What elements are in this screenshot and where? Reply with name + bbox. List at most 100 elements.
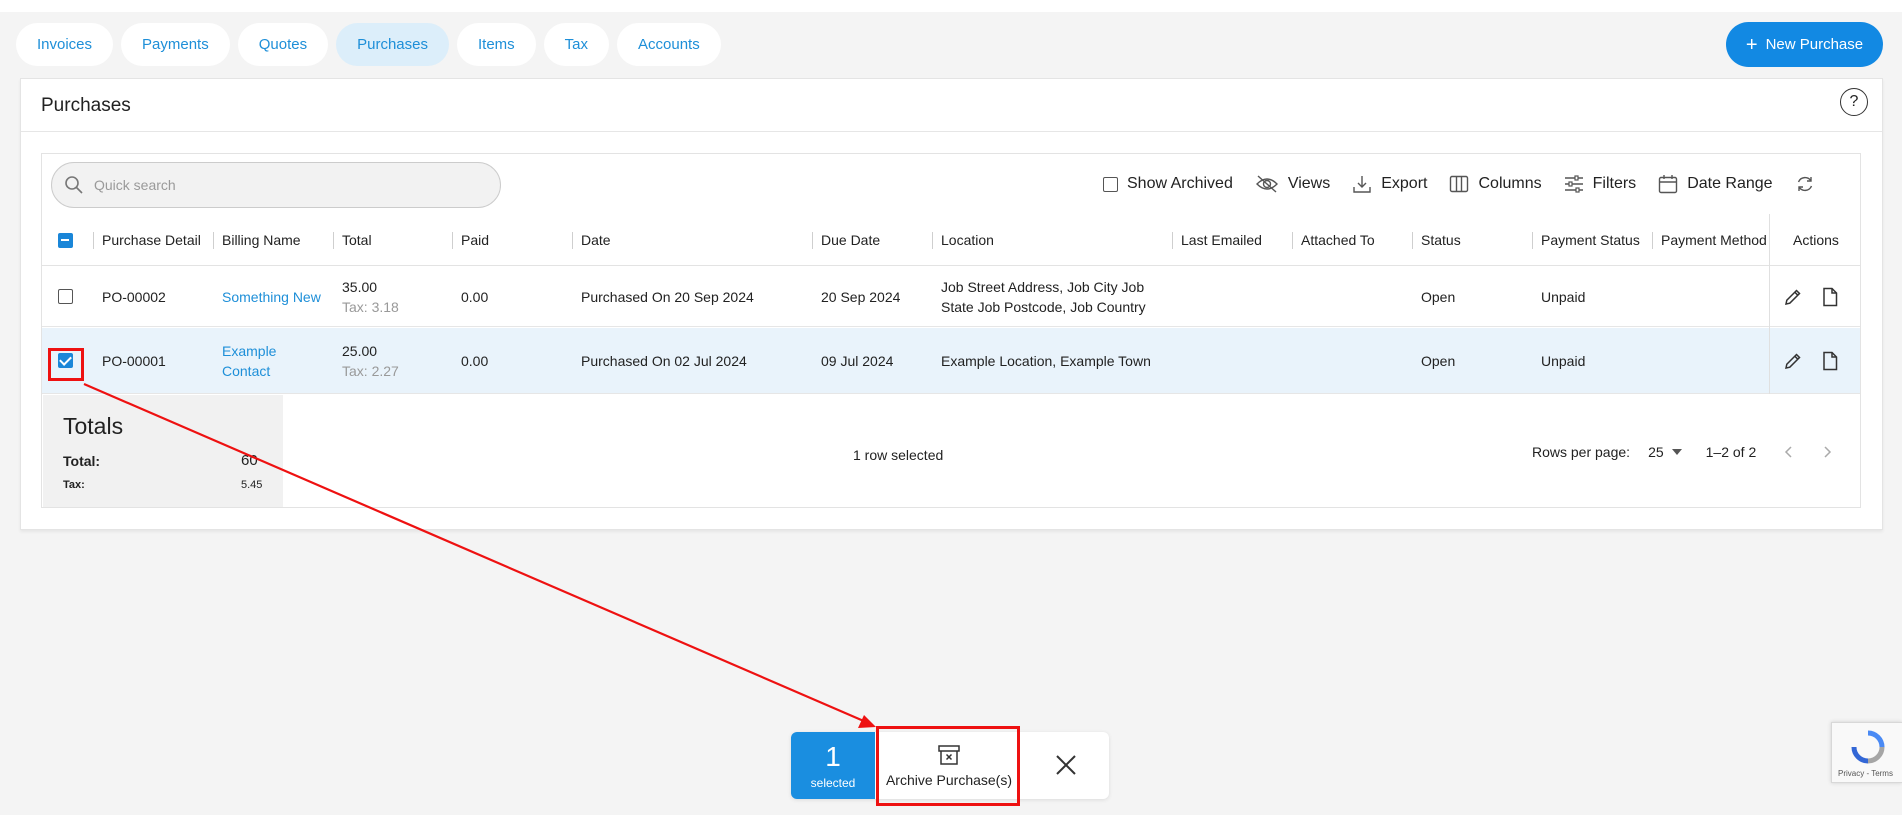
tab-payments[interactable]: Payments xyxy=(121,23,230,66)
due-date-cell: 20 Sep 2024 xyxy=(821,288,901,305)
total-amount: 60 xyxy=(241,452,258,469)
recaptcha-icon xyxy=(1851,730,1885,764)
top-strip xyxy=(0,0,1902,12)
tab-purchases[interactable]: Purchases xyxy=(336,23,449,66)
row-checkbox[interactable] xyxy=(58,289,73,304)
total-label: Total: xyxy=(63,453,101,469)
date-cell: Purchased On 02 Jul 2024 xyxy=(581,352,747,369)
tab-items[interactable]: Items xyxy=(456,23,536,66)
status-cell: Open xyxy=(1421,352,1456,369)
header-purchase-detail[interactable]: Purchase Detail xyxy=(102,214,201,266)
column-separator xyxy=(213,232,214,249)
header-billing-name[interactable]: Billing Name xyxy=(222,214,301,266)
checkbox-highlight-box xyxy=(48,348,84,381)
header-attached-to[interactable]: Attached To xyxy=(1301,214,1375,266)
tax-amount: 5.45 xyxy=(241,479,263,491)
show-archived-toggle[interactable]: Show Archived xyxy=(1103,175,1233,193)
column-separator xyxy=(932,232,933,249)
table-header: Purchase Detail Billing Name Total Paid … xyxy=(42,214,1860,266)
columns-label: Columns xyxy=(1478,175,1542,192)
header-total[interactable]: Total xyxy=(342,214,372,266)
total-cell: 25.00 Tax: 2.27 xyxy=(342,328,399,393)
column-separator xyxy=(1172,232,1173,249)
header-due-date[interactable]: Due Date xyxy=(821,214,880,266)
header-status[interactable]: Status xyxy=(1421,214,1461,266)
tab-accounts[interactable]: Accounts xyxy=(617,23,721,66)
refresh-button[interactable] xyxy=(1795,174,1815,194)
filters-label: Filters xyxy=(1592,175,1637,192)
chevron-right-icon[interactable] xyxy=(1822,445,1832,459)
column-separator xyxy=(93,232,94,249)
column-separator xyxy=(572,232,573,249)
views-button[interactable]: Views xyxy=(1255,174,1330,194)
page-range: 1–2 of 2 xyxy=(1705,444,1757,460)
column-separator xyxy=(1292,232,1293,249)
chevron-left-icon[interactable] xyxy=(1784,445,1794,459)
header-payment-status[interactable]: Payment Status xyxy=(1541,214,1640,266)
column-separator xyxy=(1532,232,1533,249)
tax-value: Tax: 3.18 xyxy=(342,298,399,315)
tax-value: Tax: 2.27 xyxy=(342,362,399,379)
billing-name-link[interactable]: Contact xyxy=(222,361,276,381)
totals-title: Totals xyxy=(63,413,124,439)
selected-count-number: 1 xyxy=(825,740,841,772)
table-row[interactable]: PO-00001 Example Contact 25.00 Tax: 2.27… xyxy=(42,328,1860,394)
module-tabs: Invoices Payments Quotes Purchases Items… xyxy=(16,23,721,66)
paid-cell: 0.00 xyxy=(461,352,489,369)
new-purchase-button[interactable]: + New Purchase xyxy=(1726,22,1883,67)
row-checkbox-cell xyxy=(58,267,73,326)
recaptcha-badge[interactable]: Privacy - Terms xyxy=(1831,722,1902,783)
close-icon[interactable] xyxy=(1051,750,1081,780)
export-label: Export xyxy=(1381,175,1428,192)
selection-count-text: 1 row selected xyxy=(853,447,944,463)
total-value: 35.00 xyxy=(342,278,378,295)
column-separator xyxy=(333,232,334,249)
rows-per-page-select[interactable]: 25 xyxy=(1648,444,1682,460)
new-purchase-label: New Purchase xyxy=(1765,36,1864,53)
header-location[interactable]: Location xyxy=(941,214,994,266)
date-range-button[interactable]: Date Range xyxy=(1658,174,1773,194)
header-date[interactable]: Date xyxy=(581,214,611,266)
tab-quotes[interactable]: Quotes xyxy=(237,23,329,66)
rows-per-page-value: 25 xyxy=(1648,444,1664,460)
selected-count-label: selected xyxy=(810,775,856,790)
billing-name-cell[interactable]: Example Contact xyxy=(222,328,276,393)
total-cell: 35.00 Tax: 3.18 xyxy=(342,267,399,326)
tax-label: Tax: xyxy=(63,479,85,491)
tab-tax[interactable]: Tax xyxy=(543,23,610,66)
help-icon[interactable]: ? xyxy=(1840,88,1868,116)
calendar-icon xyxy=(1658,175,1678,194)
column-separator xyxy=(812,232,813,249)
export-button[interactable]: Export xyxy=(1352,174,1427,194)
purchase-detail-cell[interactable]: PO-00001 xyxy=(102,328,166,393)
table-row[interactable]: PO-00002 Something New 35.00 Tax: 3.18 0… xyxy=(42,267,1860,327)
billing-name-link[interactable]: Something New xyxy=(222,287,321,307)
plus-icon: + xyxy=(1745,33,1758,56)
eye-off-icon xyxy=(1255,175,1278,193)
purchase-detail-cell[interactable]: PO-00002 xyxy=(102,267,166,326)
tab-invoices[interactable]: Invoices xyxy=(16,23,114,66)
total-value: 25.00 xyxy=(342,342,378,359)
filters-button[interactable]: Filters xyxy=(1564,174,1637,194)
paid-cell: 0.00 xyxy=(461,288,489,305)
payment-status-cell: Unpaid xyxy=(1541,288,1586,305)
header-last-emailed[interactable]: Last Emailed xyxy=(1181,214,1262,266)
card-divider xyxy=(21,131,1882,132)
columns-icon xyxy=(1450,175,1469,193)
billing-name-cell[interactable]: Something New xyxy=(222,267,321,326)
status-cell: Open xyxy=(1421,288,1456,305)
show-archived-checkbox[interactable] xyxy=(1103,176,1118,192)
column-separator xyxy=(1412,232,1413,249)
pagination: Rows per page: 25 1–2 of 2 xyxy=(1532,444,1832,460)
date-cell: Purchased On 20 Sep 2024 xyxy=(581,288,754,305)
search-input[interactable]: Quick search xyxy=(51,162,501,208)
search-icon xyxy=(65,176,83,194)
selected-count-badge: 1 selected xyxy=(791,732,875,799)
select-all-checkbox[interactable] xyxy=(58,232,73,248)
header-paid[interactable]: Paid xyxy=(461,214,489,266)
columns-button[interactable]: Columns xyxy=(1449,174,1542,194)
actions-column-divider xyxy=(1769,214,1861,394)
billing-name-link[interactable]: Example xyxy=(222,341,276,361)
recaptcha-links[interactable]: Privacy - Terms xyxy=(1838,769,1893,778)
header-payment-method[interactable]: Payment Method xyxy=(1661,214,1767,266)
